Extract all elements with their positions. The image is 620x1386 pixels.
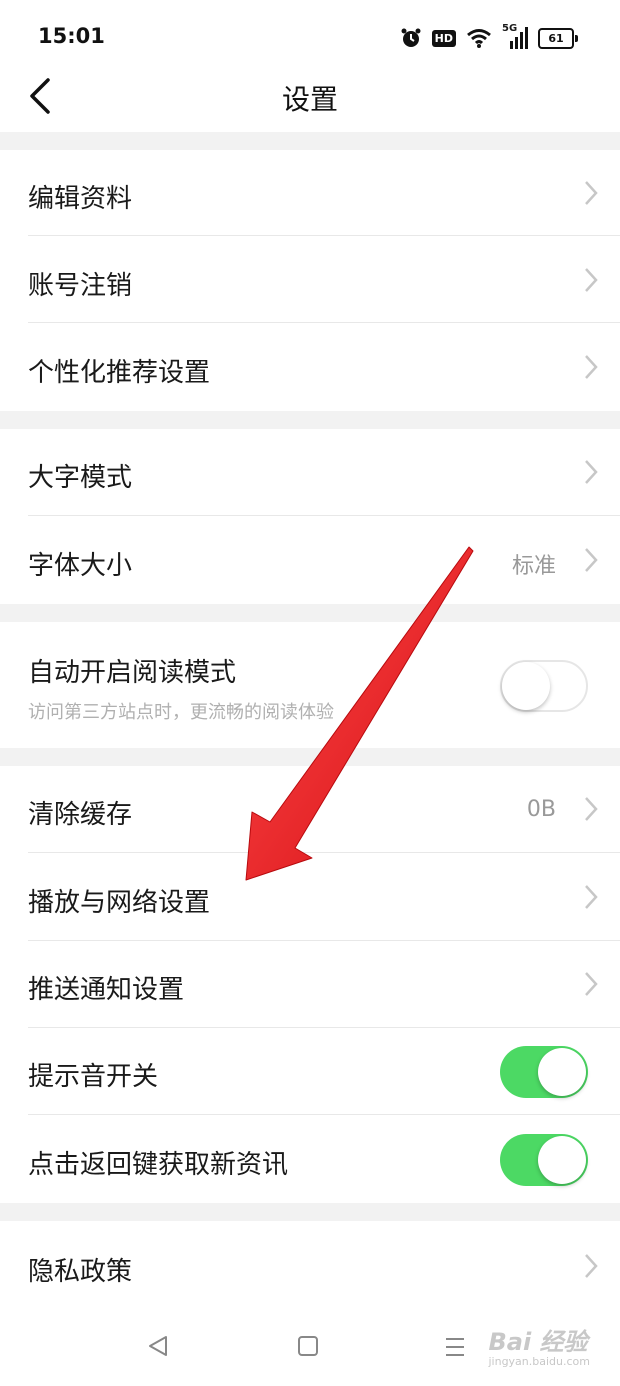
divider — [28, 322, 620, 323]
chevron-right-icon — [585, 885, 598, 909]
chevron-right-icon — [585, 548, 598, 572]
row-label: 隐私政策 — [28, 1257, 133, 1287]
toggle-knob — [538, 1136, 586, 1184]
chevron-right-icon — [585, 355, 598, 379]
chevron-right-icon — [585, 460, 598, 484]
chevron-right-icon — [585, 181, 598, 205]
section-gap — [0, 411, 620, 429]
row-label: 推送通知设置 — [28, 975, 185, 1005]
page-title: 设置 — [281, 83, 338, 116]
signal-icon: 5G — [502, 23, 528, 49]
row-label: 大字模式 — [28, 463, 133, 493]
chevron-right-icon — [585, 1254, 598, 1278]
row-description: 访问第三方站点时，更流畅的阅读体验 — [28, 702, 334, 723]
section-gap — [0, 1203, 620, 1221]
section-gap — [0, 132, 620, 150]
watermark-brand: Bai 经验 — [488, 1328, 588, 1356]
section-gap — [0, 604, 620, 622]
toggle-knob — [538, 1048, 586, 1096]
chevron-right-icon — [585, 268, 598, 292]
title-bar: 设置 — [0, 60, 620, 132]
chevron-right-icon — [585, 797, 598, 821]
watermark-url: jingyan.baidu.com — [488, 1355, 590, 1368]
row-label: 个性化推荐设置 — [28, 358, 211, 388]
row-play-network[interactable]: 播放与网络设置 — [0, 854, 620, 941]
row-label: 字体大小 — [28, 551, 133, 581]
row-label: 提示音开关 — [28, 1062, 159, 1092]
row-privacy-policy[interactable]: 隐私政策 — [0, 1221, 620, 1310]
section-gap — [0, 748, 620, 766]
row-font-size[interactable]: 字体大小 标准 — [0, 517, 620, 604]
divider — [28, 852, 620, 853]
row-back-refresh: 点击返回键获取新资讯 — [0, 1116, 620, 1203]
hd-icon: HD — [431, 29, 456, 47]
battery-icon: 61 — [538, 27, 578, 49]
nav-menu-icon[interactable] — [444, 1336, 466, 1358]
status-time: 15:01 — [38, 24, 105, 48]
wifi-icon — [467, 29, 491, 48]
status-icons: HD 5G 61 — [400, 23, 578, 52]
row-clear-cache[interactable]: 清除缓存 0B — [0, 766, 620, 853]
row-large-text[interactable]: 大字模式 — [0, 429, 620, 516]
row-label: 账号注销 — [28, 271, 133, 301]
row-personalized[interactable]: 个性化推荐设置 — [0, 324, 620, 411]
divider — [28, 235, 620, 236]
alarm-icon — [401, 28, 421, 47]
row-label: 点击返回键获取新资讯 — [28, 1150, 289, 1180]
toggle-knob — [502, 662, 550, 710]
row-edit-profile[interactable]: 编辑资料 — [0, 150, 620, 236]
auto-read-toggle[interactable] — [500, 660, 588, 712]
sound-toggle[interactable] — [500, 1046, 588, 1098]
chevron-right-icon — [585, 972, 598, 996]
row-label: 编辑资料 — [28, 184, 133, 214]
divider — [28, 515, 620, 516]
nav-home-icon[interactable] — [296, 1334, 320, 1358]
font-size-value: 标准 — [511, 554, 556, 579]
row-sound: 提示音开关 — [0, 1028, 620, 1115]
row-label: 自动开启阅读模式 — [28, 658, 237, 688]
divider — [28, 1114, 620, 1115]
cache-size-value: 0B — [526, 797, 556, 822]
row-label: 清除缓存 — [28, 800, 133, 830]
row-cancel-account[interactable]: 账号注销 — [0, 237, 620, 323]
row-push-notify[interactable]: 推送通知设置 — [0, 941, 620, 1028]
row-label: 播放与网络设置 — [28, 888, 211, 918]
back-refresh-toggle[interactable] — [500, 1134, 588, 1186]
row-auto-read: 自动开启阅读模式 访问第三方站点时，更流畅的阅读体验 — [0, 622, 620, 748]
baidu-watermark: Bai 经验 jingyan.baidu.com — [488, 1322, 590, 1368]
nav-back-icon[interactable] — [146, 1334, 170, 1358]
